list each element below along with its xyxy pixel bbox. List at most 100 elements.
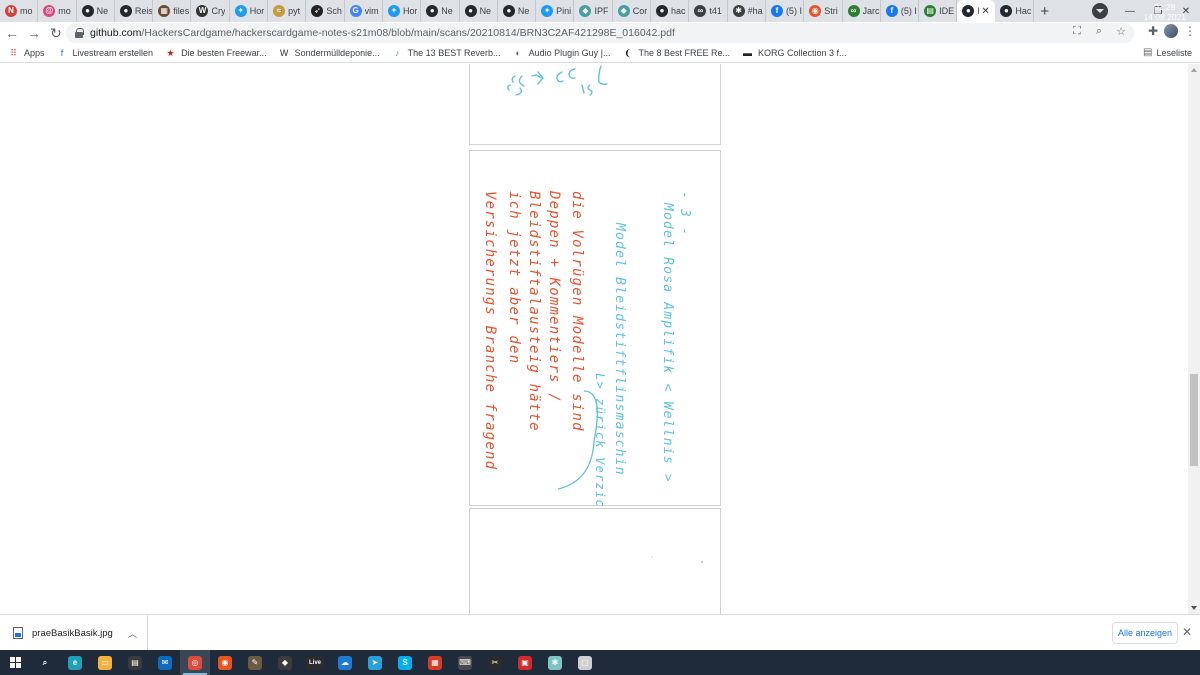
bookmark-item[interactable]: W Sondermülldeponie... — [279, 48, 380, 59]
taskbar-button[interactable]: ▦ — [420, 650, 450, 675]
taskbar-button[interactable]: S — [390, 650, 420, 675]
taskbar-button[interactable]: ▤ — [120, 650, 150, 675]
tab[interactable]: ● Ne — [460, 0, 498, 22]
taskbar-button[interactable]: ▭ — [90, 650, 120, 675]
tab[interactable]: ● Ne — [77, 0, 115, 22]
tab[interactable]: ∞ Jarc — [843, 0, 881, 22]
reload-icon[interactable]: ↻ — [46, 23, 66, 43]
tab[interactable]: ✱ #ha — [728, 0, 766, 22]
tab[interactable]: ● Ne — [421, 0, 460, 22]
tab-search-icon[interactable] — [1092, 3, 1108, 19]
minimize-icon[interactable]: — — [1116, 0, 1144, 22]
start-button[interactable] — [0, 650, 30, 675]
tab[interactable]: f (5) I — [766, 0, 805, 22]
tab-title: mo — [58, 6, 71, 16]
scroll-down-icon[interactable] — [1191, 606, 1197, 610]
taskbar-button[interactable]: ⌕ — [30, 650, 60, 675]
tab[interactable]: f (5) I — [881, 0, 920, 22]
download-item[interactable]: praeBasikBasik.jpg ︿ — [0, 615, 148, 651]
url-text[interactable]: github.com/HackersCardgame/hackerscardga… — [90, 27, 675, 39]
show-all-downloads-button[interactable]: Alle anzeigen — [1112, 622, 1178, 644]
back-icon[interactable]: ← — [2, 23, 22, 43]
tab-title: (5) I — [900, 6, 917, 16]
vertical-scrollbar[interactable] — [1188, 64, 1200, 614]
file-explorer-icon: ▭ — [98, 655, 112, 670]
close-download-shelf-icon[interactable]: ✕ — [1182, 625, 1192, 639]
tab-title: pyt — [288, 6, 301, 16]
taskbar-button[interactable]: ◎ — [180, 650, 210, 675]
taskbar-button[interactable]: e — [60, 650, 90, 675]
github-icon: ● — [656, 5, 669, 17]
tab-title: Ne — [441, 6, 453, 16]
tab[interactable]: W Cry — [191, 0, 230, 22]
translate-icon[interactable]: ⛶ — [1070, 25, 1084, 38]
edge-icon: e — [68, 655, 82, 670]
tab-title: Hac — [1015, 6, 1032, 16]
profile-avatar[interactable] — [1164, 24, 1178, 38]
bookmark-star-icon[interactable]: ☆ — [1114, 25, 1128, 38]
bookmark-item[interactable]: ▬ KORG Collection 3 f... — [742, 48, 847, 59]
tab[interactable]: Gvim — [345, 0, 383, 22]
tab[interactable]: ● Ne — [498, 0, 537, 22]
reading-list[interactable]: ▤ Leseliste — [1143, 47, 1192, 58]
tab[interactable]: ◆ Cor — [613, 0, 652, 22]
chevron-up-icon[interactable]: ︿ — [128, 627, 137, 640]
tab[interactable]: @ mo — [38, 0, 77, 22]
taskbar-button[interactable]: ✉ — [150, 650, 180, 675]
window-icon: ▢ — [578, 655, 592, 670]
wikipedia-icon: W — [279, 47, 289, 58]
extensions-puzzle-icon[interactable]: ✚ — [1148, 24, 1158, 38]
tab-active[interactable]: ● l ✕ — [957, 0, 996, 22]
tab[interactable]: ∞ t41 — [689, 0, 728, 22]
scroll-up-icon[interactable] — [1191, 68, 1197, 72]
zoom-icon[interactable]: ⌕ — [1092, 25, 1106, 38]
bookmark-item[interactable]: ⠿ Apps — [8, 48, 45, 59]
tab[interactable]: ➶ Sch — [306, 0, 345, 22]
tab[interactable]: ● Hac — [995, 0, 1034, 22]
bookmark-item[interactable]: ★ Die besten Freewar... — [165, 48, 267, 59]
taskbar-button[interactable]: ✱ — [540, 650, 570, 675]
forward-icon[interactable]: → — [24, 23, 44, 43]
url-host: github.com — [90, 27, 142, 39]
bookmark-item[interactable]: ♪ The 13 BEST Reverb... — [392, 48, 501, 59]
tab-title: Ne — [96, 6, 109, 16]
tab-title: (5) I — [785, 6, 802, 16]
tab[interactable]: ✦ Pini — [536, 0, 575, 22]
taskbar-button[interactable]: ◉ — [210, 650, 240, 675]
taskbar-button[interactable]: ✎ — [240, 650, 270, 675]
url-path: /HackersCardgame/hackerscardgame-notes-s… — [141, 27, 675, 39]
taskbar-button[interactable]: Live — [300, 650, 330, 675]
live-icon: Live — [306, 655, 324, 670]
taskbar-button[interactable]: ◆ — [270, 650, 300, 675]
taskbar-button[interactable]: ✂ — [480, 650, 510, 675]
korg-icon: ▬ — [743, 47, 752, 58]
tab[interactable]: ● hac — [651, 0, 690, 22]
bookmark-label: Apps — [24, 48, 45, 58]
menu-kebab-icon[interactable]: ⋮ — [1184, 24, 1196, 38]
new-tab-icon[interactable]: + — [1034, 0, 1056, 22]
address-bar[interactable]: github.com/HackersCardgame/hackerscardga… — [66, 23, 1134, 43]
taskbar-button[interactable]: ▣ — [510, 650, 540, 675]
taskbar-button[interactable]: ➤ — [360, 650, 390, 675]
tab[interactable]: Nmo — [0, 0, 39, 22]
tab[interactable]: ● Reis — [115, 0, 154, 22]
tab[interactable]: ✦ Hor — [230, 0, 269, 22]
taskbar-button[interactable]: ▢ — [570, 650, 600, 675]
tab[interactable]: ▤ IDE — [919, 0, 958, 22]
system-clock[interactable]: 01:28 14.08.2021 — [1143, 2, 1186, 22]
tab[interactable]: ◉ Stri — [804, 0, 843, 22]
bookmark-item[interactable]: ❨ The 8 Best FREE Re... — [622, 48, 730, 59]
taskbar-button[interactable]: ⌨ — [450, 650, 480, 675]
pdf-viewer[interactable]: - 3 - Model Rosa Amplifik < Wellnis > Mo… — [0, 64, 1188, 614]
bookmark-item[interactable]: ◐ Audio Plugin Guy |... — [513, 48, 610, 59]
scrollbar-thumb[interactable] — [1190, 374, 1198, 466]
taskbar-button[interactable]: ☁ — [330, 650, 360, 675]
tab[interactable]: ≈ pyt — [268, 0, 307, 22]
tab[interactable]: ◆ IPF — [574, 0, 613, 22]
bookmark-item[interactable]: f Livestream erstellen — [57, 48, 154, 59]
tab-strip: Nmo @ mo ● Ne ● Reis ▦ files W Cry ✦ Hor ≈ pyt ➶ Sch Gvim… — [0, 0, 1200, 22]
bookmark-label: Livestream erstellen — [72, 48, 154, 58]
tab[interactable]: ✦ Hor — [383, 0, 422, 22]
tab[interactable]: ▦ files — [153, 0, 192, 22]
close-tab-icon[interactable]: ✕ — [981, 6, 989, 17]
